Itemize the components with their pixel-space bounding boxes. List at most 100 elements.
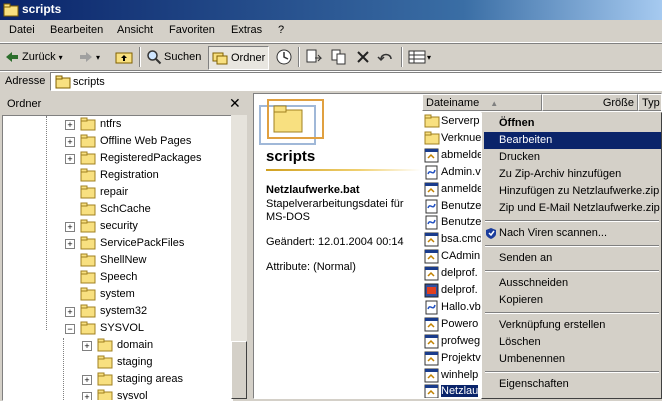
expand-icon[interactable]: + [65,120,75,130]
back-dropdown-icon[interactable]: ▾ [59,53,63,62]
undo-button[interactable] [377,46,395,68]
folder-icon [97,355,113,369]
history-button[interactable] [275,46,293,68]
tree-item[interactable]: Speech [3,269,232,286]
toolbar: Zurück ▾ ▾ Suchen Ordner ▾ [0,43,662,72]
forward-dropdown-icon[interactable]: ▾ [96,53,100,62]
tree-item[interactable]: Registration [3,167,232,184]
folder-tree[interactable]: + ntfrs + Offline Web Pages + RegisteredPacka… [2,115,233,401]
file-name: Netzlau [441,385,479,398]
expand-icon[interactable]: + [82,392,92,400]
menu-favoriten[interactable]: Favoriten [169,24,215,36]
menu-separator [485,245,659,247]
tree-item[interactable]: + system32 [3,303,232,320]
folder-tree-scrollbar[interactable] [231,115,247,399]
folders-button[interactable]: Ordner [208,46,270,70]
file-row[interactable]: delprof. [424,265,484,282]
tree-item[interactable]: system [3,286,232,303]
tree-item[interactable]: staging [3,354,232,371]
context-menu-item[interactable]: Senden an [484,250,661,267]
file-row[interactable]: profweg [424,333,484,350]
folder-icon [97,372,113,386]
tree-item[interactable]: SchCache [3,201,232,218]
context-menu-item[interactable]: Hinzufügen zu Netzlaufwerke.zip [484,183,661,200]
context-menu-item[interactable]: Umbenennen [484,351,661,368]
move-to-button[interactable] [305,46,323,68]
context-menu-item[interactable]: Nach Viren scannen... [484,225,661,242]
context-menu-item[interactable]: Löschen [484,334,661,351]
tree-item[interactable]: + ServicePackFiles [3,235,232,252]
tree-item[interactable]: + sysvol [3,388,232,400]
address-input[interactable]: scripts [50,72,662,91]
file-row[interactable]: bsa.cmd [424,231,484,248]
file-row[interactable]: Netzlau [424,383,484,398]
context-menu-label: Kopieren [499,294,544,306]
up-folder-button[interactable] [115,46,133,68]
batch-file-icon [424,249,439,264]
menu-ansicht[interactable]: Ansicht [117,24,153,36]
expand-icon[interactable]: + [65,307,75,317]
column-name[interactable]: Dateiname ▲ [422,94,542,111]
close-icon[interactable]: ✕ [229,95,241,112]
file-row[interactable]: abmelde [424,147,484,164]
context-menu-item[interactable]: Drucken [484,149,661,166]
expand-icon[interactable]: + [82,341,92,351]
back-arrow-icon [6,52,18,62]
address-value: scripts [73,76,105,88]
expand-icon[interactable]: + [65,239,75,249]
delete-button[interactable] [355,46,371,68]
file-row[interactable]: Benutze [424,198,484,215]
tree-item[interactable]: + domain [3,337,232,354]
tree-item-label: SYSVOL [100,322,145,334]
file-row[interactable]: Hallo.vb [424,299,484,316]
column-size[interactable]: Größe [542,94,638,111]
tree-item[interactable]: + security [3,218,232,235]
title-bar[interactable]: scripts [0,0,662,20]
menu-bearbeiten[interactable]: Bearbeiten [50,24,103,36]
expand-icon[interactable]: + [65,222,75,232]
context-menu-item[interactable]: Eigenschaften [484,376,661,393]
context-menu-item[interactable]: Bearbeiten [484,132,661,149]
file-row[interactable]: winhelp [424,367,484,384]
file-row[interactable]: Serverp [424,113,484,130]
expand-icon[interactable]: + [82,375,92,385]
file-row[interactable]: Verknue [424,130,484,147]
column-type[interactable]: Typ [638,94,661,111]
back-button[interactable]: Zurück ▾ [4,46,63,68]
views-button[interactable]: ▾ [408,46,431,68]
menu-extras[interactable]: Extras [231,24,262,36]
context-menu-item[interactable]: Verknüpfung erstellen [484,317,661,334]
tree-item[interactable]: + RegisteredPackages [3,150,232,167]
file-row[interactable]: delprof. [424,282,484,299]
file-row[interactable]: Projektv [424,350,484,367]
tree-item[interactable]: + staging areas [3,371,232,388]
expand-icon[interactable]: + [65,137,75,147]
file-row[interactable]: Admin.v [424,164,484,181]
tree-item[interactable]: − SYSVOL [3,320,232,337]
context-menu-item[interactable]: Zu Zip-Archiv hinzufügen [484,166,661,183]
collapse-icon[interactable]: − [65,324,75,334]
file-name: winhelp [441,368,479,381]
context-menu-item[interactable]: Ausschneiden [484,275,661,292]
tree-item[interactable]: + ntfrs [3,116,232,133]
file-row[interactable]: Powero [424,316,484,333]
forward-button[interactable]: ▾ [78,46,100,68]
menu-datei[interactable]: Datei [9,24,35,36]
tree-item[interactable]: ShellNew [3,252,232,269]
search-button[interactable]: Suchen [146,46,201,68]
copy-to-button[interactable] [330,46,348,68]
file-row[interactable]: Benutze [424,214,484,231]
script-file-icon [425,199,438,213]
tree-item[interactable]: repair [3,184,232,201]
expand-icon[interactable]: + [65,154,75,164]
context-menu-item[interactable]: Öffnen [484,115,661,132]
toolbar-separator [298,47,300,67]
views-dropdown-icon[interactable]: ▾ [427,53,431,62]
file-row[interactable]: anmelde [424,181,484,198]
menu-help[interactable]: ? [278,24,284,36]
tree-item[interactable]: + Offline Web Pages [3,133,232,150]
file-row[interactable]: CAdmin [424,248,484,265]
context-menu-item[interactable]: Zip und E-Mail Netzlaufwerke.zip [484,200,661,217]
context-menu-item[interactable]: Kopieren [484,292,661,309]
scrollbar-thumb[interactable] [231,341,247,399]
